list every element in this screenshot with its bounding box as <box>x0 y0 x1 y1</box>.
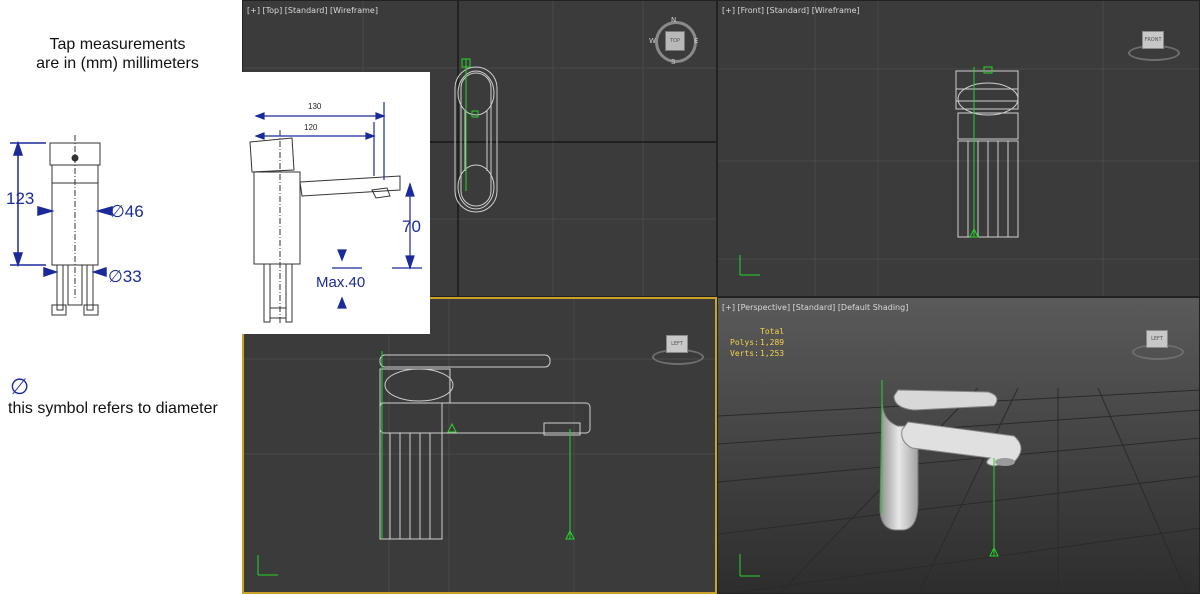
dim-diameter-bottom-label: ∅33 <box>108 267 142 286</box>
viewport-left[interactable]: LEFT <box>242 297 717 594</box>
viewport-perspective-menu[interactable]: [+] <box>722 303 735 312</box>
viewcube-compass[interactable]: TOP N S E W <box>649 16 699 66</box>
dimension-drawing-card: 130 120 70 Max.40 <box>242 72 430 334</box>
dim-diameter-top-label: ∅46 <box>110 202 144 221</box>
viewport-front-style[interactable]: [Standard] <box>767 6 810 15</box>
viewcube-perspective-face[interactable]: LEFT <box>1146 330 1168 348</box>
stats-header: Total <box>760 327 785 336</box>
viewport-front-view[interactable]: [Front] <box>738 6 764 15</box>
viewport-perspective-label: [+] [Perspective] [Standard] [Default Sh… <box>722 303 908 312</box>
viewport-front-shading[interactable]: [Wireframe] <box>812 6 860 15</box>
viewcube-top-face[interactable]: TOP <box>665 31 685 51</box>
viewport-top-label: [+] [Top] [Standard] [Wireframe] <box>247 6 378 15</box>
diameter-symbol: ∅ <box>10 374 30 399</box>
viewcube-front-face[interactable]: FRONT <box>1142 31 1164 49</box>
viewcube-perspective[interactable]: LEFT <box>1128 322 1186 362</box>
viewcube-left[interactable]: LEFT <box>648 327 706 367</box>
reference-panel: Tap measurements are in (mm) millimeters <box>0 0 242 594</box>
viewport-top-shading[interactable]: [Wireframe] <box>330 6 378 15</box>
viewport-front[interactable]: [+] [Front] [Standard] [Wireframe] FRONT <box>717 0 1200 297</box>
stats-polys-label: Polys: <box>730 338 759 347</box>
compass-south: S <box>671 58 676 66</box>
tap-side-drawing <box>10 135 113 316</box>
tap-front-drawing <box>249 102 422 324</box>
viewport-perspective-shading[interactable]: [Default Shading] <box>838 303 909 312</box>
stats-verts-value: 1,253 <box>760 349 785 358</box>
viewport-perspective[interactable]: [+] [Perspective] [Standard] [Default Sh… <box>717 297 1200 594</box>
dim-max40-label: Max.40 <box>316 274 366 291</box>
dim-120-label: 120 <box>304 123 318 132</box>
viewport-front-menu[interactable]: [+] <box>722 6 735 15</box>
scene-statistics: Total Polys: 1,289 Verts: 1,253 <box>730 326 784 359</box>
viewport-front-label: [+] [Front] [Standard] [Wireframe] <box>722 6 860 15</box>
dim-height-label: 123 <box>6 189 35 208</box>
viewport-top-view[interactable]: [Top] <box>263 6 283 15</box>
left-view-wireframe <box>244 299 715 592</box>
viewport-perspective-view[interactable]: [Perspective] <box>738 303 791 312</box>
dim-70-label: 70 <box>402 217 421 236</box>
compass-east: E <box>694 37 699 45</box>
viewport-perspective-style[interactable]: [Standard] <box>793 303 836 312</box>
compass-west: W <box>649 37 656 45</box>
stats-polys-value: 1,289 <box>760 338 785 347</box>
viewport-top-menu[interactable]: [+] <box>247 6 260 15</box>
viewcube-left-face[interactable]: LEFT <box>666 335 688 353</box>
viewcube-front[interactable]: FRONT <box>1124 23 1182 63</box>
diameter-note: this symbol refers to diameter <box>8 400 218 417</box>
dim-130-label: 130 <box>308 102 322 111</box>
stats-verts-label: Verts: <box>730 349 759 358</box>
viewport-top-style[interactable]: [Standard] <box>285 6 328 15</box>
compass-north: N <box>671 16 677 24</box>
